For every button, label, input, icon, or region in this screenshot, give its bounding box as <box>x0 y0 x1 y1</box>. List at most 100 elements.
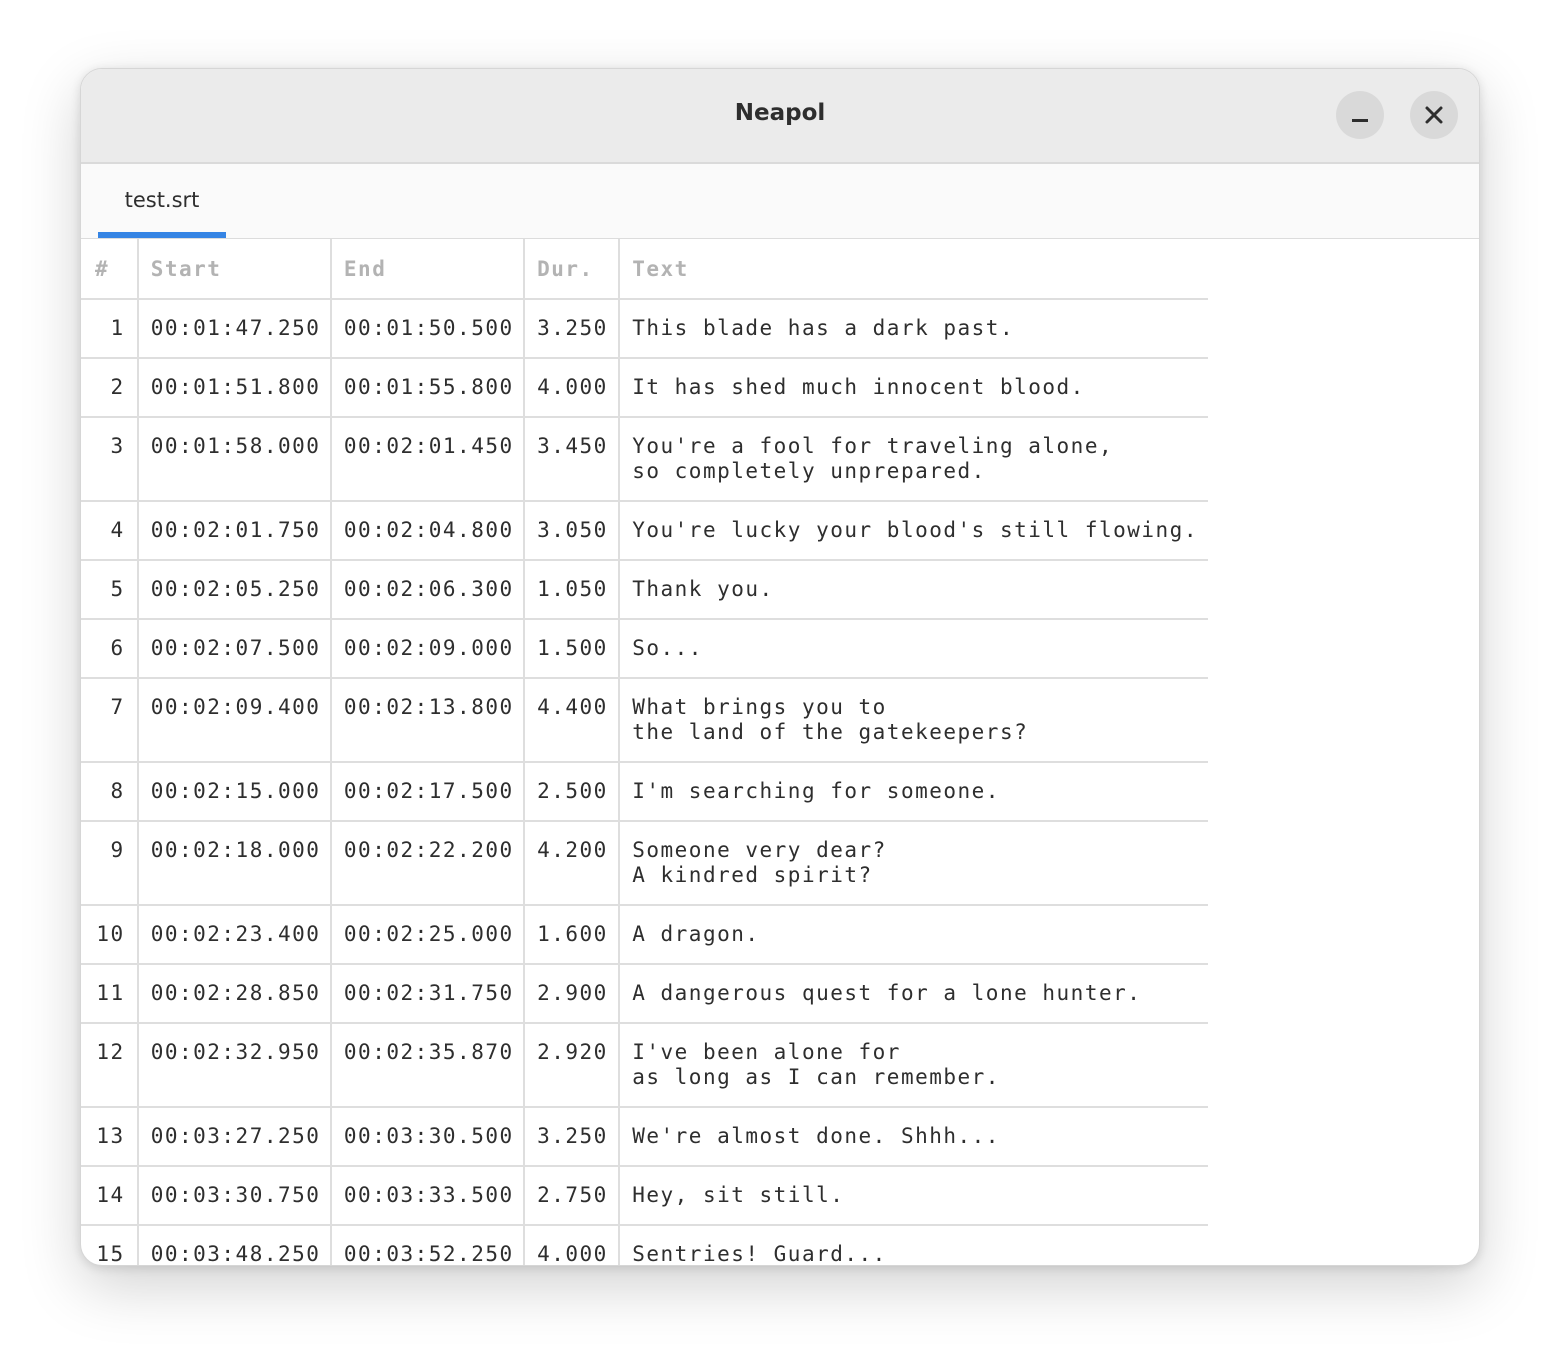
cell-number[interactable]: 1 <box>81 299 139 359</box>
cell-end[interactable]: 00:02:04.800 <box>330 501 526 561</box>
cell-start[interactable]: 00:03:48.250 <box>137 1225 332 1265</box>
cell-duration[interactable]: 3.450 <box>524 417 621 502</box>
cell-end[interactable]: 00:03:33.500 <box>330 1166 526 1226</box>
cell-start[interactable]: 00:02:09.400 <box>137 678 332 763</box>
cell-duration[interactable]: 4.000 <box>524 1225 621 1265</box>
cell-start[interactable]: 00:02:01.750 <box>137 501 332 561</box>
table-row[interactable]: 10 00:02:23.400 00:02:25.000 1.600 A dragon. <box>81 905 1208 965</box>
cell-number[interactable]: 5 <box>81 560 139 620</box>
cell-number[interactable]: 8 <box>81 762 139 822</box>
cell-end[interactable]: 00:01:55.800 <box>330 358 526 418</box>
cell-number[interactable]: 7 <box>81 678 139 763</box>
close-button[interactable] <box>1410 91 1458 139</box>
cell-start[interactable]: 00:02:07.500 <box>137 619 332 679</box>
minimize-button[interactable] <box>1336 91 1384 139</box>
table-row[interactable]: 6 00:02:07.500 00:02:09.000 1.500 So... <box>81 619 1208 679</box>
cell-end[interactable]: 00:02:09.000 <box>330 619 526 679</box>
table-row[interactable]: 2 00:01:51.800 00:01:55.800 4.000 It has she… <box>81 358 1208 418</box>
cell-text[interactable]: I've been alone for as long as I can rem… <box>619 1023 1208 1108</box>
cell-number[interactable]: 4 <box>81 501 139 561</box>
cell-end[interactable]: 00:03:30.500 <box>330 1107 526 1167</box>
cell-start[interactable]: 00:02:23.400 <box>137 905 332 965</box>
column-header-end[interactable]: End <box>330 239 526 300</box>
cell-end[interactable]: 00:02:06.300 <box>330 560 526 620</box>
cell-text[interactable]: Someone very dear? A kindred spirit? <box>619 821 1208 906</box>
cell-end[interactable]: 00:02:13.800 <box>330 678 526 763</box>
cell-text[interactable]: So... <box>619 619 1208 679</box>
cell-end[interactable]: 00:01:50.500 <box>330 299 526 359</box>
column-header-text[interactable]: Text <box>619 239 1208 300</box>
column-header-duration[interactable]: Dur. <box>524 239 621 300</box>
table-row[interactable]: 11 00:02:28.850 00:02:31.750 2.900 A dangero… <box>81 964 1208 1024</box>
cell-number[interactable]: 3 <box>81 417 139 502</box>
table-row[interactable]: 4 00:02:01.750 00:02:04.800 3.050 You're luc… <box>81 501 1208 561</box>
cell-text[interactable]: You're a fool for traveling alone, so co… <box>619 417 1208 502</box>
cell-end[interactable]: 00:02:25.000 <box>330 905 526 965</box>
cell-number[interactable]: 14 <box>81 1166 139 1226</box>
cell-number[interactable]: 15 <box>81 1225 139 1265</box>
cell-number[interactable]: 10 <box>81 905 139 965</box>
cell-text[interactable]: It has shed much innocent blood. <box>619 358 1208 418</box>
cell-start[interactable]: 00:02:15.000 <box>137 762 332 822</box>
cell-end[interactable]: 00:02:31.750 <box>330 964 526 1024</box>
cell-text[interactable]: What brings you to the land of the gatek… <box>619 678 1208 763</box>
cell-duration[interactable]: 1.500 <box>524 619 621 679</box>
cell-start[interactable]: 00:02:05.250 <box>137 560 332 620</box>
cell-number[interactable]: 6 <box>81 619 139 679</box>
cell-duration[interactable]: 3.250 <box>524 299 621 359</box>
cell-end[interactable]: 00:02:22.200 <box>330 821 526 906</box>
cell-start[interactable]: 00:01:47.250 <box>137 299 332 359</box>
cell-duration[interactable]: 1.050 <box>524 560 621 620</box>
cell-text[interactable]: We're almost done. Shhh... <box>619 1107 1208 1167</box>
table-row[interactable]: 9 00:02:18.000 00:02:22.200 4.200 Someone ve… <box>81 821 1208 906</box>
cell-duration[interactable]: 3.050 <box>524 501 621 561</box>
cell-end[interactable]: 00:02:17.500 <box>330 762 526 822</box>
cell-start[interactable]: 00:01:51.800 <box>137 358 332 418</box>
cell-text[interactable]: Sentries! Guard... <box>619 1225 1208 1265</box>
column-header-start[interactable]: Start <box>137 239 332 300</box>
cell-number[interactable]: 2 <box>81 358 139 418</box>
table-row[interactable]: 5 00:02:05.250 00:02:06.300 1.050 Thank you. <box>81 560 1208 620</box>
cell-duration[interactable]: 1.600 <box>524 905 621 965</box>
cell-duration[interactable]: 4.200 <box>524 821 621 906</box>
cell-text[interactable]: This blade has a dark past. <box>619 299 1208 359</box>
cell-number[interactable]: 13 <box>81 1107 139 1167</box>
cell-duration[interactable]: 2.500 <box>524 762 621 822</box>
table-row[interactable]: 12 00:02:32.950 00:02:35.870 2.920 I've been… <box>81 1023 1208 1108</box>
cell-text[interactable]: You're lucky your blood's still flowing. <box>619 501 1208 561</box>
cell-end[interactable]: 00:02:35.870 <box>330 1023 526 1108</box>
cell-duration[interactable]: 3.250 <box>524 1107 621 1167</box>
table-row[interactable]: 7 00:02:09.400 00:02:13.800 4.400 What bring… <box>81 678 1208 763</box>
cell-start[interactable]: 00:03:27.250 <box>137 1107 332 1167</box>
cell-start[interactable]: 00:02:28.850 <box>137 964 332 1024</box>
table-row[interactable]: 13 00:03:27.250 00:03:30.500 3.250 We're alm… <box>81 1107 1208 1167</box>
table-row[interactable]: 1 00:01:47.250 00:01:50.500 3.250 This blade… <box>81 299 1208 359</box>
table-row[interactable]: 3 00:01:58.000 00:02:01.450 3.450 You're a f… <box>81 417 1208 502</box>
subtitle-table-view[interactable]: # Start End Dur. Text 1 00:01:47.250 00:01… <box>81 239 1208 1265</box>
column-header-number[interactable]: # <box>81 239 139 300</box>
cell-text[interactable]: A dragon. <box>619 905 1208 965</box>
cell-duration[interactable]: 2.920 <box>524 1023 621 1108</box>
cell-start[interactable]: 00:02:32.950 <box>137 1023 332 1108</box>
header-bar[interactable]: Neapol <box>81 69 1479 164</box>
cell-duration[interactable]: 2.750 <box>524 1166 621 1226</box>
cell-start[interactable]: 00:02:18.000 <box>137 821 332 906</box>
cell-text[interactable]: A dangerous quest for a lone hunter. <box>619 964 1208 1024</box>
cell-end[interactable]: 00:03:52.250 <box>330 1225 526 1265</box>
cell-end[interactable]: 00:02:01.450 <box>330 417 526 502</box>
cell-text[interactable]: Hey, sit still. <box>619 1166 1208 1226</box>
table-row[interactable]: 14 00:03:30.750 00:03:33.500 2.750 Hey, sit … <box>81 1166 1208 1226</box>
cell-duration[interactable]: 2.900 <box>524 964 621 1024</box>
cell-text[interactable]: I'm searching for someone. <box>619 762 1208 822</box>
cell-number[interactable]: 12 <box>81 1023 139 1108</box>
cell-start[interactable]: 00:03:30.750 <box>137 1166 332 1226</box>
table-row[interactable]: 8 00:02:15.000 00:02:17.500 2.500 I'm search… <box>81 762 1208 822</box>
cell-duration[interactable]: 4.000 <box>524 358 621 418</box>
tab-test-srt[interactable]: test.srt <box>98 164 226 238</box>
table-row[interactable]: 15 00:03:48.250 00:03:52.250 4.000 Sentries!… <box>81 1225 1208 1265</box>
cell-text[interactable]: Thank you. <box>619 560 1208 620</box>
cell-start[interactable]: 00:01:58.000 <box>137 417 332 502</box>
cell-number[interactable]: 11 <box>81 964 139 1024</box>
cell-number[interactable]: 9 <box>81 821 139 906</box>
cell-duration[interactable]: 4.400 <box>524 678 621 763</box>
